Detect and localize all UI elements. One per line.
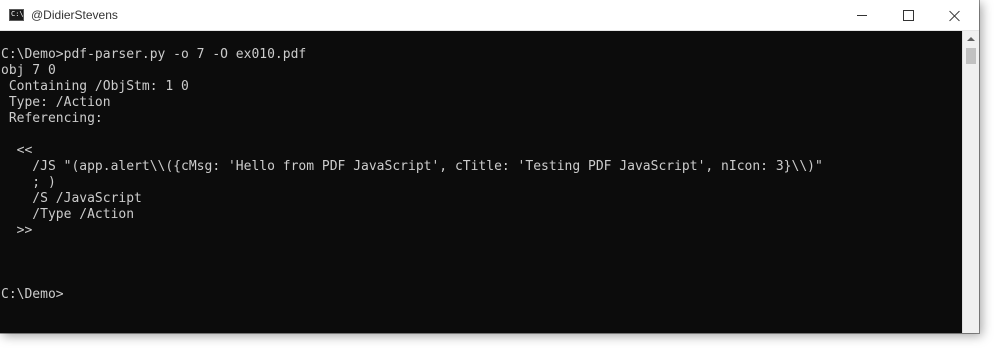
scroll-up-arrow-icon (967, 37, 975, 41)
close-icon (949, 10, 961, 22)
vertical-scrollbar[interactable] (962, 31, 979, 333)
console-window: @DidierStevens C:\Demo>pdf-parser.py -o … (0, 0, 979, 333)
minimize-button[interactable] (839, 0, 885, 31)
maximize-button[interactable] (885, 0, 931, 31)
scroll-thumb[interactable] (966, 48, 976, 64)
maximize-icon (902, 10, 914, 21)
close-button[interactable] (931, 0, 979, 31)
console-area[interactable]: C:\Demo>pdf-parser.py -o 7 -O ex010.pdf … (0, 31, 962, 333)
title-bar[interactable]: @DidierStevens (0, 0, 979, 31)
console-output[interactable]: C:\Demo>pdf-parser.py -o 7 -O ex010.pdf … (0, 31, 962, 303)
minimize-icon (857, 15, 867, 16)
scroll-up-button[interactable] (963, 31, 979, 47)
command-prompt-icon[interactable] (9, 9, 24, 21)
window-title: @DidierStevens (31, 8, 118, 22)
